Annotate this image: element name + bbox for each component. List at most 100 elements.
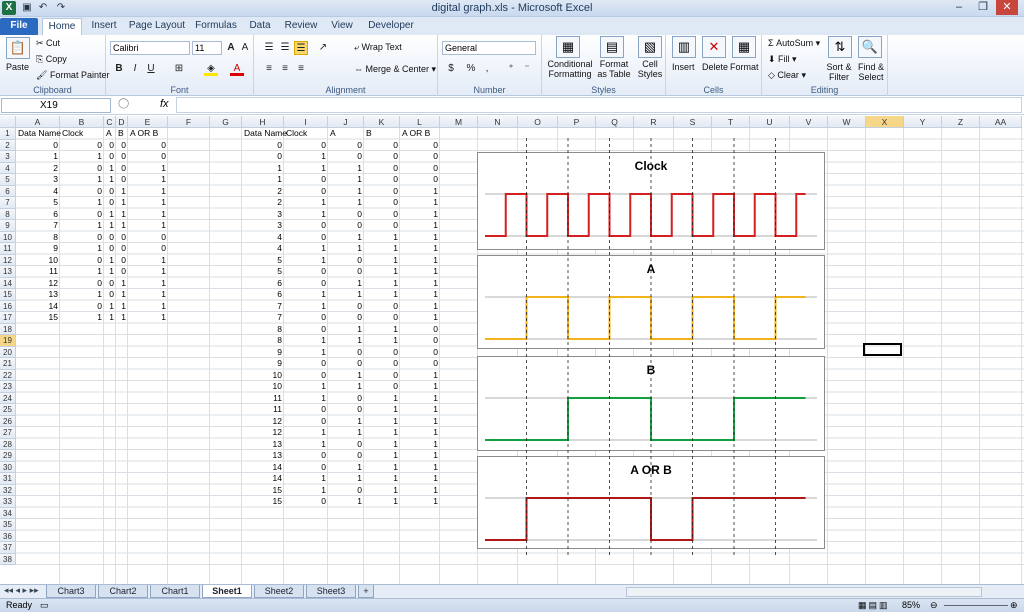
table-cell[interactable]: 2: [16, 163, 60, 175]
column-header-S[interactable]: S: [674, 116, 712, 128]
table-cell[interactable]: 0: [16, 140, 60, 152]
column-header-Q[interactable]: Q: [596, 116, 634, 128]
column-header-T[interactable]: T: [712, 116, 750, 128]
table-cell[interactable]: 1: [400, 209, 440, 221]
row-header-10[interactable]: 10: [0, 231, 16, 243]
row-header-31[interactable]: 31: [0, 473, 16, 485]
table-cell[interactable]: 1: [16, 151, 60, 163]
table-cell[interactable]: 15: [242, 496, 284, 508]
format-cells-button[interactable]: Format: [730, 62, 759, 72]
worksheet-grid[interactable]: A B C D E F G H I J K L M N O P Q R S T U V W X Y Z AA 1 2 3 4 5 6 7 8 9 10…: [0, 116, 1024, 584]
sort-filter-button[interactable]: Sort & Filter: [824, 62, 854, 82]
table-cell[interactable]: 0: [284, 462, 328, 474]
column-header-O[interactable]: O: [518, 116, 558, 128]
column-header-N[interactable]: N: [478, 116, 518, 128]
table-cell[interactable]: 1: [364, 335, 400, 347]
row-header-33[interactable]: 33: [0, 496, 16, 508]
table-cell[interactable]: 7: [242, 301, 284, 313]
row-header-35[interactable]: 35: [0, 519, 16, 531]
format-cells-icon[interactable]: ▦: [732, 36, 756, 58]
row-header-7[interactable]: 7: [0, 197, 16, 209]
table-cell[interactable]: 1: [284, 473, 328, 485]
number-format-select[interactable]: General: [442, 41, 536, 55]
column-header-L[interactable]: L: [400, 116, 440, 128]
row-header-38[interactable]: 38: [0, 553, 16, 565]
autosum-button[interactable]: Σ AutoSum ▾: [768, 38, 820, 49]
table-cell[interactable]: 1: [328, 232, 364, 244]
table-cell[interactable]: 1: [104, 301, 116, 313]
table-cell[interactable]: 0: [284, 278, 328, 290]
table-cell[interactable]: 3: [242, 209, 284, 221]
column-header-J[interactable]: J: [328, 116, 364, 128]
cell-styles-button[interactable]: Cell Styles: [636, 59, 664, 79]
table-cell[interactable]: 1: [128, 220, 168, 232]
merge-center-button[interactable]: ⇔ Merge & Center ▾: [354, 64, 436, 75]
align-middle-icon[interactable]: ☰: [278, 41, 292, 55]
table-cell[interactable]: 1: [400, 186, 440, 198]
table-cell[interactable]: 6: [16, 209, 60, 221]
row-header-30[interactable]: 30: [0, 461, 16, 473]
table-cell[interactable]: 0: [284, 232, 328, 244]
zoom-out-icon[interactable]: ⊖: [930, 600, 938, 611]
view-buttons[interactable]: ▦▤▥: [858, 600, 890, 611]
tab-page-layout[interactable]: Page Layout: [126, 18, 188, 35]
table-cell[interactable]: 0: [328, 347, 364, 359]
cut-button[interactable]: ✂ Cut: [36, 38, 60, 49]
table-cell[interactable]: 0: [60, 301, 104, 313]
table-cell[interactable]: 0: [128, 232, 168, 244]
table-cell[interactable]: 1: [400, 485, 440, 497]
row-header-8[interactable]: 8: [0, 208, 16, 220]
table-cell[interactable]: 1: [284, 289, 328, 301]
underline-icon[interactable]: U: [144, 62, 158, 76]
table-cell[interactable]: 0: [364, 197, 400, 209]
table-cell[interactable]: 1: [328, 289, 364, 301]
table-cell[interactable]: 11: [242, 393, 284, 405]
table-cell[interactable]: 1: [284, 243, 328, 255]
table-cell[interactable]: 1: [364, 462, 400, 474]
find-select-button[interactable]: Find & Select: [856, 62, 886, 82]
orientation-icon[interactable]: ↗: [316, 41, 330, 55]
table-cell[interactable]: 1: [400, 232, 440, 244]
table-cell[interactable]: 0: [284, 174, 328, 186]
table-cell[interactable]: 0: [284, 324, 328, 336]
table-cell[interactable]: 1: [364, 393, 400, 405]
row-header-9[interactable]: 9: [0, 220, 16, 232]
row-header-3[interactable]: 3: [0, 151, 16, 163]
fx-icon[interactable]: fx: [160, 98, 169, 110]
column-header-C[interactable]: C: [104, 116, 116, 128]
table-cell[interactable]: 1: [60, 266, 104, 278]
insert-cells-button[interactable]: Insert: [672, 62, 695, 72]
column-header-E[interactable]: E: [128, 116, 168, 128]
format-as-table-button[interactable]: Format as Table: [594, 59, 634, 79]
table-cell[interactable]: 0: [328, 151, 364, 163]
table-cell[interactable]: 1: [364, 427, 400, 439]
column-header-I[interactable]: I: [284, 116, 328, 128]
row-header-20[interactable]: 20: [0, 346, 16, 358]
table-cell[interactable]: 1: [242, 163, 284, 175]
row-header-29[interactable]: 29: [0, 450, 16, 462]
row-header-27[interactable]: 27: [0, 427, 16, 439]
table-cell[interactable]: 1: [116, 312, 128, 324]
table-cell[interactable]: 1: [328, 496, 364, 508]
table-cell[interactable]: 1: [104, 174, 116, 186]
table-cell[interactable]: 1: [60, 220, 104, 232]
table-cell[interactable]: 12: [16, 278, 60, 290]
chart-2[interactable]: B: [477, 356, 825, 451]
align-right-icon[interactable]: ≡: [294, 62, 308, 76]
table-cell[interactable]: 9: [16, 243, 60, 255]
table-cell[interactable]: 0: [364, 347, 400, 359]
fill-color-icon[interactable]: ◈: [204, 62, 218, 76]
table-cell[interactable]: 1: [128, 301, 168, 313]
table-cell[interactable]: 2: [242, 197, 284, 209]
table-cell[interactable]: 0: [400, 174, 440, 186]
horizontal-scrollbar[interactable]: [626, 587, 982, 597]
table-cell[interactable]: 1: [364, 473, 400, 485]
row-header-21[interactable]: 21: [0, 358, 16, 370]
cell-styles-icon[interactable]: ▧: [638, 36, 662, 58]
table-cell[interactable]: 0: [364, 312, 400, 324]
table-cell[interactable]: 1: [328, 324, 364, 336]
table-cell[interactable]: 0: [284, 266, 328, 278]
column-header-U[interactable]: U: [750, 116, 790, 128]
table-cell[interactable]: 1: [328, 197, 364, 209]
row-header-28[interactable]: 28: [0, 438, 16, 450]
